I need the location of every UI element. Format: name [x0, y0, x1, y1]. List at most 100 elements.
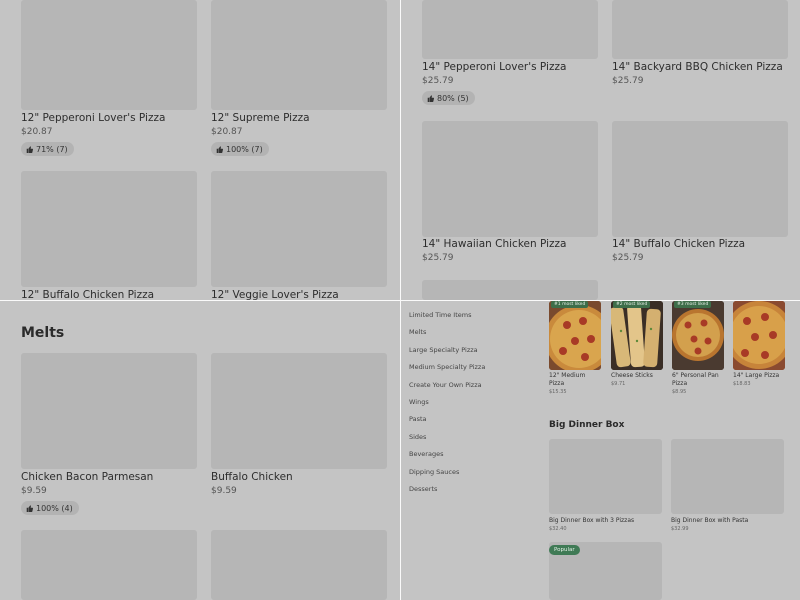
item-price: $9.59: [211, 486, 237, 496]
item-name: Big Dinner Box with 3 Pizzas: [549, 517, 635, 524]
item-price: $9.71: [611, 381, 626, 387]
most-liked-card[interactable]: 14" Large Pizza $18.83: [733, 301, 785, 391]
item-price: $20.87: [211, 127, 243, 137]
item-name: 12" Veggie Lover's Pizza: [211, 289, 339, 300]
menu-panel-melts: Melts Chicken Bacon Parmesan $9.59 100% …: [0, 301, 400, 600]
rating-badge: 71% (7): [21, 142, 74, 156]
item-name: 12" Supreme Pizza: [211, 112, 310, 124]
menu-item-card[interactable]: Chicken Bacon Parmesan $9.59 100% (4): [21, 353, 197, 517]
menu-panel-12in-pizzas: 12" Pepperoni Lover's Pizza $20.87 71% (…: [0, 0, 400, 300]
section-title: Melts: [21, 325, 65, 341]
thumbs-up-icon: [216, 145, 223, 153]
nav-item-pasta[interactable]: Pasta: [409, 411, 485, 428]
item-price: $15.35: [549, 389, 567, 395]
item-name: 14" Buffalo Chicken Pizza: [612, 238, 746, 250]
menu-item-card[interactable]: 14" Buffalo Chicken Pizza $25.79: [612, 121, 788, 267]
item-name: 14" Large Pizza: [733, 372, 780, 379]
item-name: 14" Hawaiian Chicken Pizza: [422, 238, 567, 250]
item-image-placeholder: [211, 353, 387, 469]
rating-badge: 100% (7): [211, 142, 269, 156]
menu-item-card[interactable]: 14" Backyard BBQ Chicken Pizza $25.79: [612, 0, 788, 90]
most-liked-tag: #3 most liked: [674, 301, 712, 308]
most-liked-card[interactable]: #1 most liked 12" Medium Pizza $15.35: [549, 301, 601, 396]
nav-item-beverages[interactable]: Beverages: [409, 446, 485, 463]
item-name: 14" Pepperoni Lover's Pizza: [422, 61, 567, 73]
menu-item-card[interactable]: Buffalo Chicken $9.59: [211, 353, 387, 503]
most-liked-tag: #1 most liked: [551, 301, 589, 308]
rating-text: 100% (7): [226, 144, 263, 154]
pizza-photo: [549, 301, 601, 370]
dinner-box-card[interactable]: Big Dinner Box with 3 Pizzas $32.40: [549, 439, 662, 534]
pizza-image: [733, 301, 785, 370]
item-image-placeholder: [21, 171, 197, 287]
pizza-photo: [733, 301, 785, 370]
item-name: 14" Backyard BBQ Chicken Pizza: [612, 61, 783, 73]
nav-item-create-your-own-pizza[interactable]: Create Your Own Pizza: [409, 377, 485, 394]
menu-item-card[interactable]: 14" Pepperoni Lover's Pizza $25.79 80% (…: [422, 0, 598, 106]
item-name: Big Dinner Box with Pasta: [671, 517, 749, 524]
menu-item-card[interactable]: 12" Supreme Pizza $20.87 100% (7): [211, 0, 387, 160]
item-name: 6" Personal Pan Pizza: [672, 372, 719, 387]
most-liked-card[interactable]: #3 most liked 6" Personal Pan Pizza $8.9…: [672, 301, 724, 396]
item-price: $8.95: [672, 389, 687, 395]
nav-item-dipping-sauces[interactable]: Dipping Sauces: [409, 464, 485, 481]
nav-item-large-specialty-pizza[interactable]: Large Specialty Pizza: [409, 342, 485, 359]
nav-item-melts[interactable]: Melts: [409, 324, 485, 341]
item-price: $25.79: [612, 253, 644, 263]
item-image-placeholder: [422, 280, 598, 300]
item-image-placeholder: [422, 121, 598, 237]
item-name: 12" Pepperoni Lover's Pizza: [21, 112, 166, 124]
item-price: $32.99: [671, 526, 689, 532]
item-name: Buffalo Chicken: [211, 471, 293, 483]
item-image-placeholder: [612, 0, 788, 59]
section-title: Big Dinner Box: [549, 420, 625, 430]
menu-item-card[interactable]: [211, 530, 387, 600]
rating-badge: 80% (5): [422, 91, 475, 105]
item-price: $25.79: [612, 76, 644, 86]
dinner-box-card[interactable]: Popular: [549, 542, 662, 600]
most-liked-card[interactable]: #2 most liked Cheese Sticks $9.71: [611, 301, 663, 391]
menu-item-card[interactable]: [21, 530, 197, 600]
item-image-placeholder: [211, 530, 387, 600]
cheese-sticks-image: [611, 301, 663, 370]
pizza-image: [672, 301, 724, 370]
item-name: 12" Medium Pizza: [549, 372, 586, 387]
rating-text: 71% (7): [36, 144, 68, 154]
menu-item-card[interactable]: 14" Hawaiian Chicken Pizza $25.79: [422, 121, 598, 267]
item-image-placeholder: [671, 439, 784, 514]
item-name: Chicken Bacon Parmesan: [21, 471, 154, 483]
item-price: $25.79: [422, 253, 454, 263]
item-image-placeholder: [21, 353, 197, 469]
menu-item-card[interactable]: [422, 280, 598, 300]
rating-text: 100% (4): [36, 503, 73, 513]
item-image-placeholder: [422, 0, 598, 59]
thumbs-up-icon: [26, 145, 33, 153]
most-liked-tag: #2 most liked: [613, 301, 651, 308]
item-price: $18.83: [733, 381, 751, 387]
menu-panel-overview: Limited Time Items Melts Large Specialty…: [401, 301, 800, 600]
item-price: $32.40: [549, 526, 567, 532]
item-name: Cheese Sticks: [611, 372, 653, 379]
thumbs-up-icon: [26, 504, 33, 512]
menu-item-card[interactable]: 12" Pepperoni Lover's Pizza $20.87 71% (…: [21, 0, 197, 160]
horizontal-divider: [0, 300, 800, 301]
item-name: 12" Buffalo Chicken Pizza: [21, 289, 155, 300]
dinner-box-card[interactable]: Big Dinner Box with Pasta $32.99: [671, 439, 784, 534]
popular-badge: Popular: [549, 545, 580, 555]
item-image-placeholder: [21, 530, 197, 600]
menu-item-card[interactable]: 12" Veggie Lover's Pizza: [211, 171, 387, 300]
thumbs-up-icon: [427, 94, 434, 102]
nav-item-wings[interactable]: Wings: [409, 394, 485, 411]
item-image-placeholder: [211, 171, 387, 287]
nav-item-sides[interactable]: Sides: [409, 429, 485, 446]
pizza-photo: [672, 301, 724, 370]
rating-text: 80% (5): [437, 93, 469, 103]
category-nav: Limited Time Items Melts Large Specialty…: [409, 307, 485, 498]
menu-panel-14in-pizzas: 14" Pepperoni Lover's Pizza $25.79 80% (…: [401, 0, 800, 300]
nav-item-medium-specialty-pizza[interactable]: Medium Specialty Pizza: [409, 359, 485, 376]
menu-item-card[interactable]: 12" Buffalo Chicken Pizza: [21, 171, 197, 300]
item-image-placeholder: [21, 0, 197, 110]
nav-item-limited-time-items[interactable]: Limited Time Items: [409, 307, 485, 324]
item-price: $9.59: [21, 486, 47, 496]
nav-item-desserts[interactable]: Desserts: [409, 481, 485, 498]
